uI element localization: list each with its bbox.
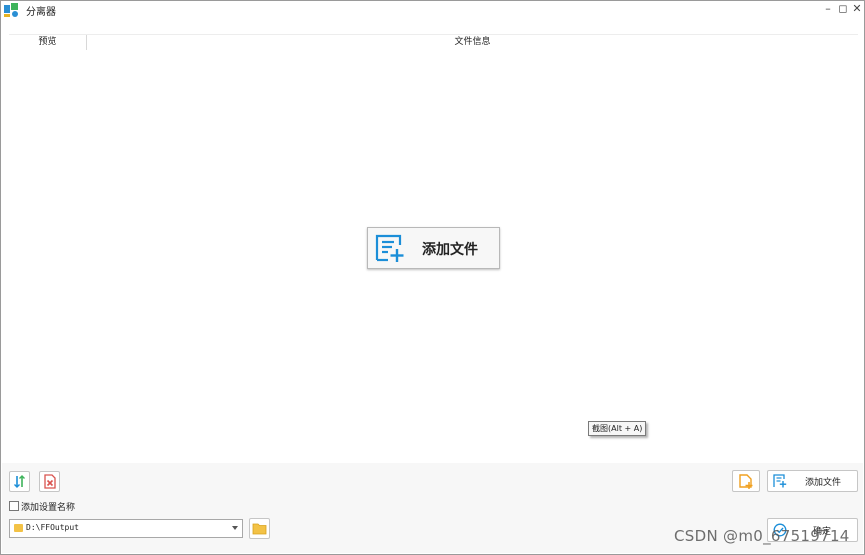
add-file-icon (375, 234, 404, 262)
screenshot-tooltip: 截图(Alt + A) (588, 421, 647, 436)
open-folder-icon (252, 523, 267, 535)
file-table-header: 预览 文件信息 (9, 34, 858, 51)
dropdown-arrow-icon (232, 526, 238, 530)
add-file-center-button[interactable]: 添加文件 (367, 227, 500, 269)
close-icon[interactable]: ✕ (850, 2, 864, 16)
column-header-preview[interactable]: 预览 (9, 35, 87, 50)
app-window: 分离器 – ◻ ✕ 预览 文件信息 添加文件 截图(Alt + A) 添加设置名… (0, 0, 865, 555)
add-settings-name-checkbox[interactable] (9, 501, 19, 511)
browse-folder-button[interactable] (249, 518, 270, 539)
output-path-value: D:\FFOutput (26, 523, 79, 532)
add-folder-icon (739, 474, 753, 489)
column-header-file-info[interactable]: 文件信息 (87, 35, 858, 50)
title-bar: 分离器 – ◻ ✕ (1, 1, 864, 19)
delete-file-icon (44, 474, 56, 489)
app-logo-icon (4, 3, 18, 17)
add-file-center-label: 添加文件 (422, 242, 478, 258)
add-file-small-icon (773, 474, 787, 488)
output-path-select[interactable]: D:\FFOutput (9, 519, 243, 538)
remove-file-button[interactable] (39, 471, 60, 492)
add-file-button-label: 添加文件 (805, 478, 842, 488)
add-settings-name-label: 添加设置名称 (21, 503, 76, 513)
maximize-icon[interactable]: ◻ (836, 2, 850, 16)
add-folder-button[interactable] (732, 470, 760, 492)
sort-arrows-icon (14, 475, 25, 488)
add-file-button[interactable]: 添加文件 (767, 470, 858, 492)
sort-button[interactable] (9, 471, 30, 492)
window-title: 分离器 (26, 7, 56, 18)
csdn-watermark: CSDN @m0_67519714 (674, 527, 850, 545)
minimize-icon[interactable]: – (821, 2, 835, 16)
folder-icon (14, 524, 23, 532)
